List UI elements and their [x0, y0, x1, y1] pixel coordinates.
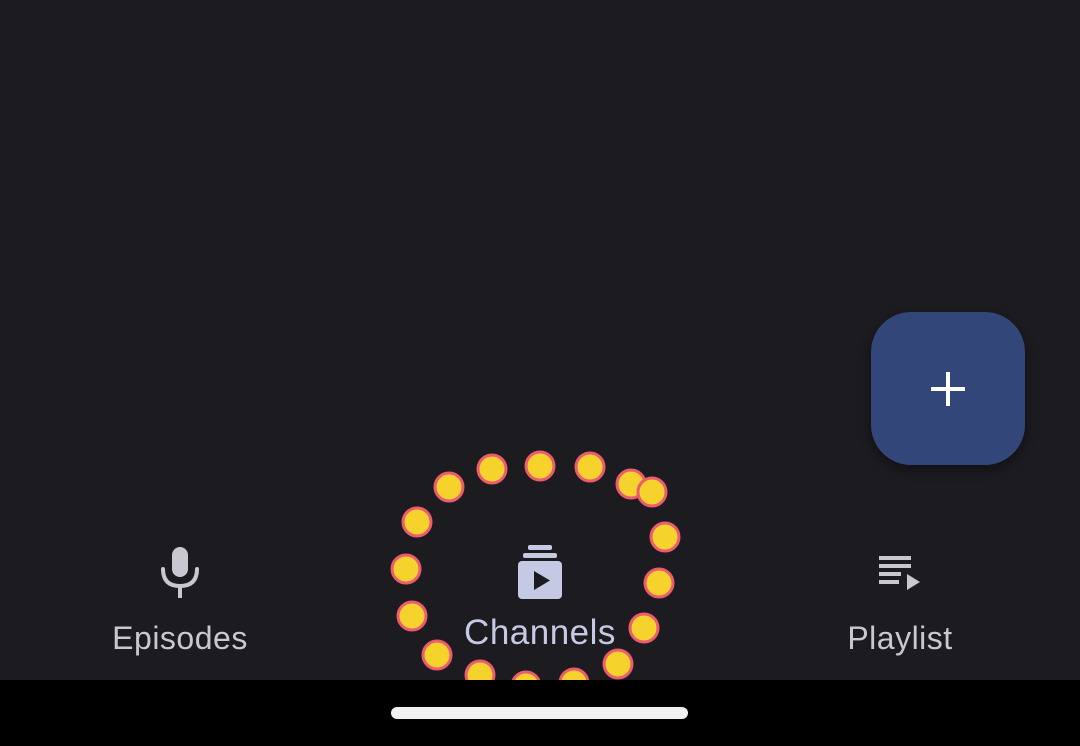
system-gesture-bar	[0, 680, 1080, 746]
plus-icon	[931, 371, 965, 406]
nav-item-playlist[interactable]: Playlist	[720, 520, 1080, 680]
nav-label-playlist: Playlist	[847, 620, 953, 656]
microphone-icon	[161, 547, 199, 598]
home-gesture-handle[interactable]	[391, 707, 688, 719]
nav-item-episodes[interactable]: Episodes	[0, 520, 360, 680]
playlist-play-icon	[879, 556, 920, 590]
subscriptions-icon	[518, 545, 562, 599]
bottom-navigation: Episodes Channels Playlist	[0, 520, 1080, 680]
add-fab-button[interactable]	[871, 312, 1025, 465]
nav-label-episodes: Episodes	[112, 620, 248, 656]
nav-label-channels: Channels	[464, 613, 616, 652]
nav-item-channels[interactable]: Channels	[360, 520, 720, 680]
